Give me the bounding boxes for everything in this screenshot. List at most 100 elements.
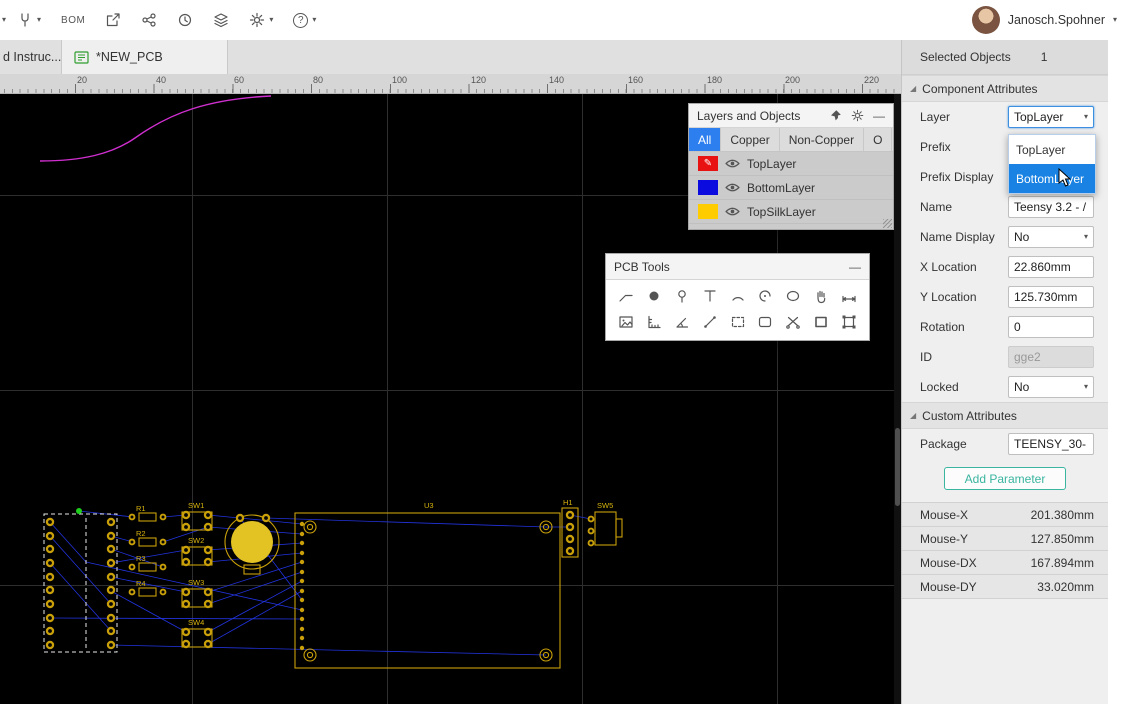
help-button[interactable]: ? ▾: [284, 5, 325, 35]
pin-icon: [829, 109, 842, 122]
select-value: No: [1014, 380, 1029, 394]
layers-tab-copper[interactable]: Copper: [721, 128, 779, 151]
design-tools-button[interactable]: ▾: [8, 5, 50, 35]
canvas-vertical-scrollbar[interactable]: [894, 94, 901, 704]
svg-text:H1: H1: [563, 498, 573, 507]
name-input[interactable]: Teensy 3.2 - /: [1008, 196, 1094, 218]
layers-tab-others[interactable]: O: [864, 128, 892, 151]
add-parameter-button[interactable]: Add Parameter: [944, 467, 1066, 490]
readout-value: 33.020mm: [1037, 580, 1094, 594]
image-tool[interactable]: [614, 311, 639, 333]
component-attributes-header[interactable]: ◢ Component Attributes: [902, 75, 1108, 102]
measure-tool[interactable]: [642, 311, 667, 333]
custom-attributes-header[interactable]: ◢ Custom Attributes: [902, 402, 1108, 429]
tab-instructions[interactable]: d Instruc...: [0, 40, 62, 74]
layer-row-bottomlayer[interactable]: BottomLayer: [689, 176, 893, 200]
settings-button[interactable]: ▾: [240, 5, 282, 35]
arc-center-tool[interactable]: [753, 285, 778, 307]
user-menu[interactable]: Janosch.Spohner ▾: [972, 6, 1117, 34]
connection-tool[interactable]: [697, 311, 722, 333]
array-tool[interactable]: [836, 311, 861, 333]
input-value: 22.860mm: [1014, 260, 1071, 274]
circle-tool[interactable]: [642, 285, 667, 307]
eye-icon[interactable]: [725, 182, 740, 193]
dip-footprint-outline[interactable]: [44, 514, 117, 652]
rect-tool[interactable]: [808, 311, 833, 333]
battery-footprint[interactable]: [231, 521, 273, 563]
scrollbar-thumb[interactable]: [895, 428, 900, 506]
svg-text:R3: R3: [136, 554, 146, 563]
export-icon: [105, 12, 121, 28]
rotation-input[interactable]: 0: [1008, 316, 1094, 338]
name-field-row: Name Teensy 3.2 - /: [902, 192, 1108, 222]
connection-icon: [702, 314, 718, 330]
bom-button[interactable]: BOM: [52, 5, 94, 35]
minimize-panel-button[interactable]: —: [849, 261, 861, 273]
layer-row-toplayer[interactable]: ✎ TopLayer: [689, 152, 893, 176]
layers-tab-all[interactable]: All: [689, 128, 721, 151]
package-field-row: Package TEENSY_30-: [902, 429, 1108, 459]
collapse-icon: ◢: [910, 411, 916, 420]
layer-color-swatch[interactable]: [698, 204, 718, 219]
layers-and-objects-panel: Layers and Objects — All Copper Non-Copp…: [688, 103, 894, 230]
svg-text:R1: R1: [136, 504, 146, 513]
package-input[interactable]: TEENSY_30-: [1008, 433, 1094, 455]
export-button[interactable]: [96, 5, 130, 35]
angle-tool[interactable]: [670, 311, 695, 333]
dimension-tool[interactable]: [836, 285, 861, 307]
copper-area-tool[interactable]: [753, 311, 778, 333]
rect-icon: [813, 314, 829, 330]
text-tool[interactable]: [697, 285, 722, 307]
dropdown-option-toplayer[interactable]: TopLayer: [1009, 135, 1095, 164]
easyeda-pcb-editor: ▾ ▾ BOM ▾ ? ▾ Janosch.Spohner: [0, 0, 1129, 704]
angle-icon: [674, 314, 690, 330]
tab-new-pcb[interactable]: *NEW_PCB: [62, 40, 228, 74]
field-label: Locked: [920, 380, 959, 394]
eye-icon[interactable]: [725, 206, 740, 217]
minimize-panel-button[interactable]: —: [873, 110, 885, 122]
layer-color-swatch[interactable]: ✎: [698, 156, 718, 171]
origin-dot: [76, 508, 82, 514]
ellipse-tool[interactable]: [781, 285, 806, 307]
readout-label: Mouse-X: [920, 508, 968, 522]
pin-panel-button[interactable]: [829, 109, 842, 122]
pcb-tools-header[interactable]: PCB Tools —: [606, 254, 869, 280]
layers-tab-non-copper[interactable]: Non-Copper: [780, 128, 864, 151]
name-display-select[interactable]: No ▾: [1008, 226, 1094, 248]
panel-settings-button[interactable]: [851, 109, 864, 122]
ruler-tick: 160: [628, 75, 643, 85]
pads[interactable]: [46, 511, 595, 649]
svg-text:SW4: SW4: [188, 618, 204, 627]
via-tool[interactable]: [670, 285, 695, 307]
ellipse-icon: [785, 288, 801, 304]
solid-region-tool[interactable]: [725, 311, 750, 333]
tab-label: d Instruc...: [3, 50, 61, 64]
selected-objects-count: 1: [1041, 50, 1048, 64]
history-button[interactable]: [168, 5, 202, 35]
cutout-tool[interactable]: [781, 311, 806, 333]
layer-select[interactable]: TopLayer ▾: [1008, 106, 1094, 128]
eye-icon[interactable]: [725, 158, 740, 169]
ruler-tick: 100: [392, 75, 407, 85]
y-location-input[interactable]: 125.730mm: [1008, 286, 1094, 308]
arc-tool[interactable]: [725, 285, 750, 307]
pcb-canvas[interactable]: R1 R2 R3 R4 SW1 SW2 SW3 SW4 U3 H1 SW5: [0, 94, 901, 704]
layers-panel-header[interactable]: Layers and Objects —: [689, 104, 893, 128]
svg-text:SW1: SW1: [188, 501, 204, 510]
layer-color-swatch[interactable]: [698, 180, 718, 195]
mouse-cursor: [1058, 168, 1072, 188]
share-button[interactable]: [132, 5, 166, 35]
dropdown-option-bottomlayer[interactable]: BottomLayer: [1009, 164, 1095, 193]
svg-text:R4: R4: [136, 579, 146, 588]
layer-row-topsilklayer[interactable]: TopSilkLayer: [689, 200, 893, 224]
ruler-tick: 40: [156, 75, 166, 85]
chevron-down-icon[interactable]: ▾: [2, 16, 6, 24]
drag-tool[interactable]: [808, 285, 833, 307]
collapse-icon: ◢: [910, 84, 916, 93]
field-label: Layer: [920, 110, 950, 124]
board-outline-arc[interactable]: [40, 96, 271, 161]
x-location-input[interactable]: 22.860mm: [1008, 256, 1094, 278]
locked-select[interactable]: No ▾: [1008, 376, 1094, 398]
track-tool[interactable]: [614, 285, 639, 307]
layer-manager-button[interactable]: [204, 5, 238, 35]
